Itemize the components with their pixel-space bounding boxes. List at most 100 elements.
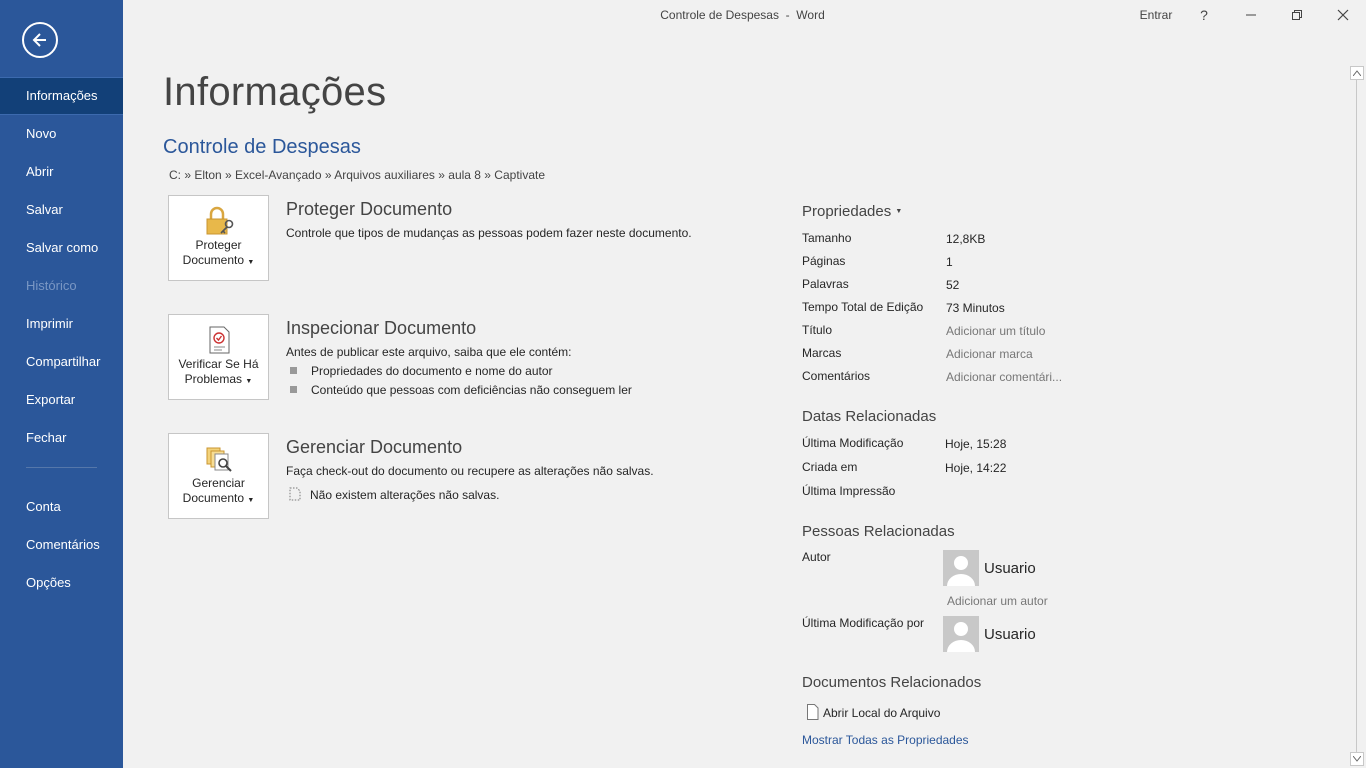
nav-item-informacoes[interactable]: Informações <box>0 77 123 115</box>
prop-value-ultima-modificacao: Hoje, 15:28 <box>945 437 1007 451</box>
open-file-location-link[interactable]: Abrir Local do Arquivo <box>806 704 940 720</box>
arrow-left-icon <box>32 33 46 47</box>
prop-label-modificado-por: Última Modificação por <box>802 616 925 630</box>
page-title: Informações <box>163 70 387 114</box>
minimize-button[interactable] <box>1233 0 1269 30</box>
prop-label-palavras: Palavras <box>802 277 849 291</box>
chevron-down-icon: ▼ <box>895 208 903 215</box>
chevron-down-icon: ▼ <box>247 259 255 266</box>
prop-value-tamanho: 12,8KB <box>946 232 986 246</box>
nav-item-conta[interactable]: Conta <box>0 488 123 526</box>
prop-label-titulo: Título <box>802 323 833 337</box>
person-icon <box>947 622 975 652</box>
nav-item-compartilhar[interactable]: Compartilhar <box>0 343 123 381</box>
bullet-square-icon <box>290 367 297 374</box>
prop-value-criada-em: Hoje, 14:22 <box>945 461 1007 475</box>
restore-button[interactable] <box>1279 0 1315 30</box>
modifier-avatar[interactable] <box>943 616 979 652</box>
backstage-nav: Informações Novo Abrir Salvar Salvar com… <box>0 77 123 602</box>
check-tile-label-2: Problemas ▼ <box>184 372 253 386</box>
related-dates-heading: Datas Relacionadas <box>802 408 937 425</box>
prop-label-criada-em: Criada em <box>802 460 858 474</box>
manage-document-button[interactable]: Gerenciar Documento ▼ <box>168 433 269 519</box>
prop-value-tempo-edicao: 73 Minutos <box>946 301 1005 315</box>
nav-item-salvar[interactable]: Salvar <box>0 191 123 229</box>
modifier-name[interactable]: Usuario <box>984 626 1036 643</box>
nav-item-imprimir[interactable]: Imprimir <box>0 305 123 343</box>
caret-down-icon <box>1353 756 1361 762</box>
check-issues-button[interactable]: Verificar Se Há Problemas ▼ <box>168 314 269 400</box>
document-icon <box>807 704 819 720</box>
close-icon <box>1337 9 1349 21</box>
related-documents-heading: Documentos Relacionados <box>802 674 982 691</box>
prop-label-ultima-modificacao: Última Modificação <box>802 436 904 450</box>
related-people-heading: Pessoas Relacionadas <box>802 523 955 540</box>
backstage-sidebar: Informações Novo Abrir Salvar Salvar com… <box>0 0 123 768</box>
nav-item-opcoes[interactable]: Opções <box>0 564 123 602</box>
manage-document-icon <box>206 447 232 472</box>
properties-heading[interactable]: Propriedades ▼ <box>802 203 902 220</box>
nav-item-exportar[interactable]: Exportar <box>0 381 123 419</box>
prop-value-paginas: 1 <box>946 255 953 269</box>
title-input[interactable]: Adicionar um título <box>946 324 1045 338</box>
inspect-bullet: Propriedades do documento e nome do auto… <box>290 364 553 378</box>
show-all-properties-link[interactable]: Mostrar Todas as Propriedades <box>802 733 969 747</box>
manage-section-desc: Faça check-out do documento ou recupere … <box>286 464 654 478</box>
inspect-section-desc: Antes de publicar este arquivo, saiba qu… <box>286 345 572 359</box>
nav-divider <box>26 467 97 468</box>
scroll-down-button[interactable] <box>1350 752 1364 766</box>
nav-item-comentarios[interactable]: Comentários <box>0 526 123 564</box>
prop-label-tempo-edicao: Tempo Total de Edição <box>802 300 924 314</box>
manage-section-title: Gerenciar Documento <box>286 437 463 457</box>
document-name: Controle de Despesas <box>163 136 361 158</box>
author-name[interactable]: Usuario <box>984 560 1036 577</box>
manage-tile-label-1: Gerenciar <box>192 476 245 490</box>
prop-label-ultima-impressao: Última Impressão <box>802 484 896 498</box>
prop-label-paginas: Páginas <box>802 254 846 268</box>
nav-item-abrir[interactable]: Abrir <box>0 153 123 191</box>
nav-item-salvar-como[interactable]: Salvar como <box>0 229 123 267</box>
add-author-input[interactable]: Adicionar um autor <box>947 594 1048 608</box>
document-dotted-icon <box>289 487 301 501</box>
protect-document-button[interactable]: Proteger Documento ▼ <box>168 195 269 281</box>
help-button[interactable]: ? <box>1191 0 1217 30</box>
prop-label-tamanho: Tamanho <box>802 231 852 245</box>
person-icon <box>947 556 975 586</box>
nav-item-novo[interactable]: Novo <box>0 115 123 153</box>
scroll-track[interactable] <box>1356 80 1357 752</box>
back-button[interactable] <box>22 22 58 58</box>
protect-section-desc: Controle que tipos de mudanças as pessoa… <box>286 226 692 240</box>
inspect-section-title: Inspecionar Documento <box>286 318 477 338</box>
manage-note: Não existem alterações não salvas. <box>288 487 499 502</box>
tags-input[interactable]: Adicionar marca <box>946 347 1033 361</box>
check-tile-label-1: Verificar Se Há <box>178 357 259 371</box>
chevron-down-icon: ▼ <box>245 378 253 385</box>
prop-label-marcas: Marcas <box>802 346 842 360</box>
prop-label-autor: Autor <box>802 550 831 564</box>
scroll-up-button[interactable] <box>1350 66 1364 80</box>
author-avatar[interactable] <box>943 550 979 586</box>
nav-item-fechar[interactable]: Fechar <box>0 419 123 457</box>
nav-item-historico: Histórico <box>26 278 77 293</box>
minimize-icon <box>1246 14 1256 16</box>
inspect-document-icon <box>209 326 229 354</box>
manage-tile-label-2: Documento ▼ <box>182 491 255 505</box>
chevron-down-icon: ▼ <box>247 497 255 504</box>
file-path-breadcrumb[interactable]: C: » Elton » Excel-Avançado » Arquivos a… <box>169 168 545 182</box>
inspect-bullet: Conteúdo que pessoas com deficiências nã… <box>290 383 632 397</box>
title-bar: Controle de Despesas - Word Entrar ? <box>123 0 1366 32</box>
close-button[interactable] <box>1325 0 1361 30</box>
protect-section-title: Proteger Documento <box>286 199 453 219</box>
bullet-square-icon <box>290 386 297 393</box>
vertical-scrollbar[interactable] <box>1350 66 1364 766</box>
restore-icon <box>1292 10 1302 20</box>
protect-tile-label-1: Proteger <box>195 238 242 252</box>
prop-value-palavras: 52 <box>946 278 960 292</box>
window-title: Controle de Despesas - Word <box>660 8 825 22</box>
prop-label-comentarios: Comentários <box>802 369 871 383</box>
protect-tile-label-2: Documento ▼ <box>182 253 255 267</box>
caret-up-icon <box>1353 70 1361 76</box>
comments-input[interactable]: Adicionar comentári... <box>946 370 1062 384</box>
lock-key-icon <box>206 206 233 235</box>
signin-button[interactable]: Entrar <box>1133 0 1179 30</box>
